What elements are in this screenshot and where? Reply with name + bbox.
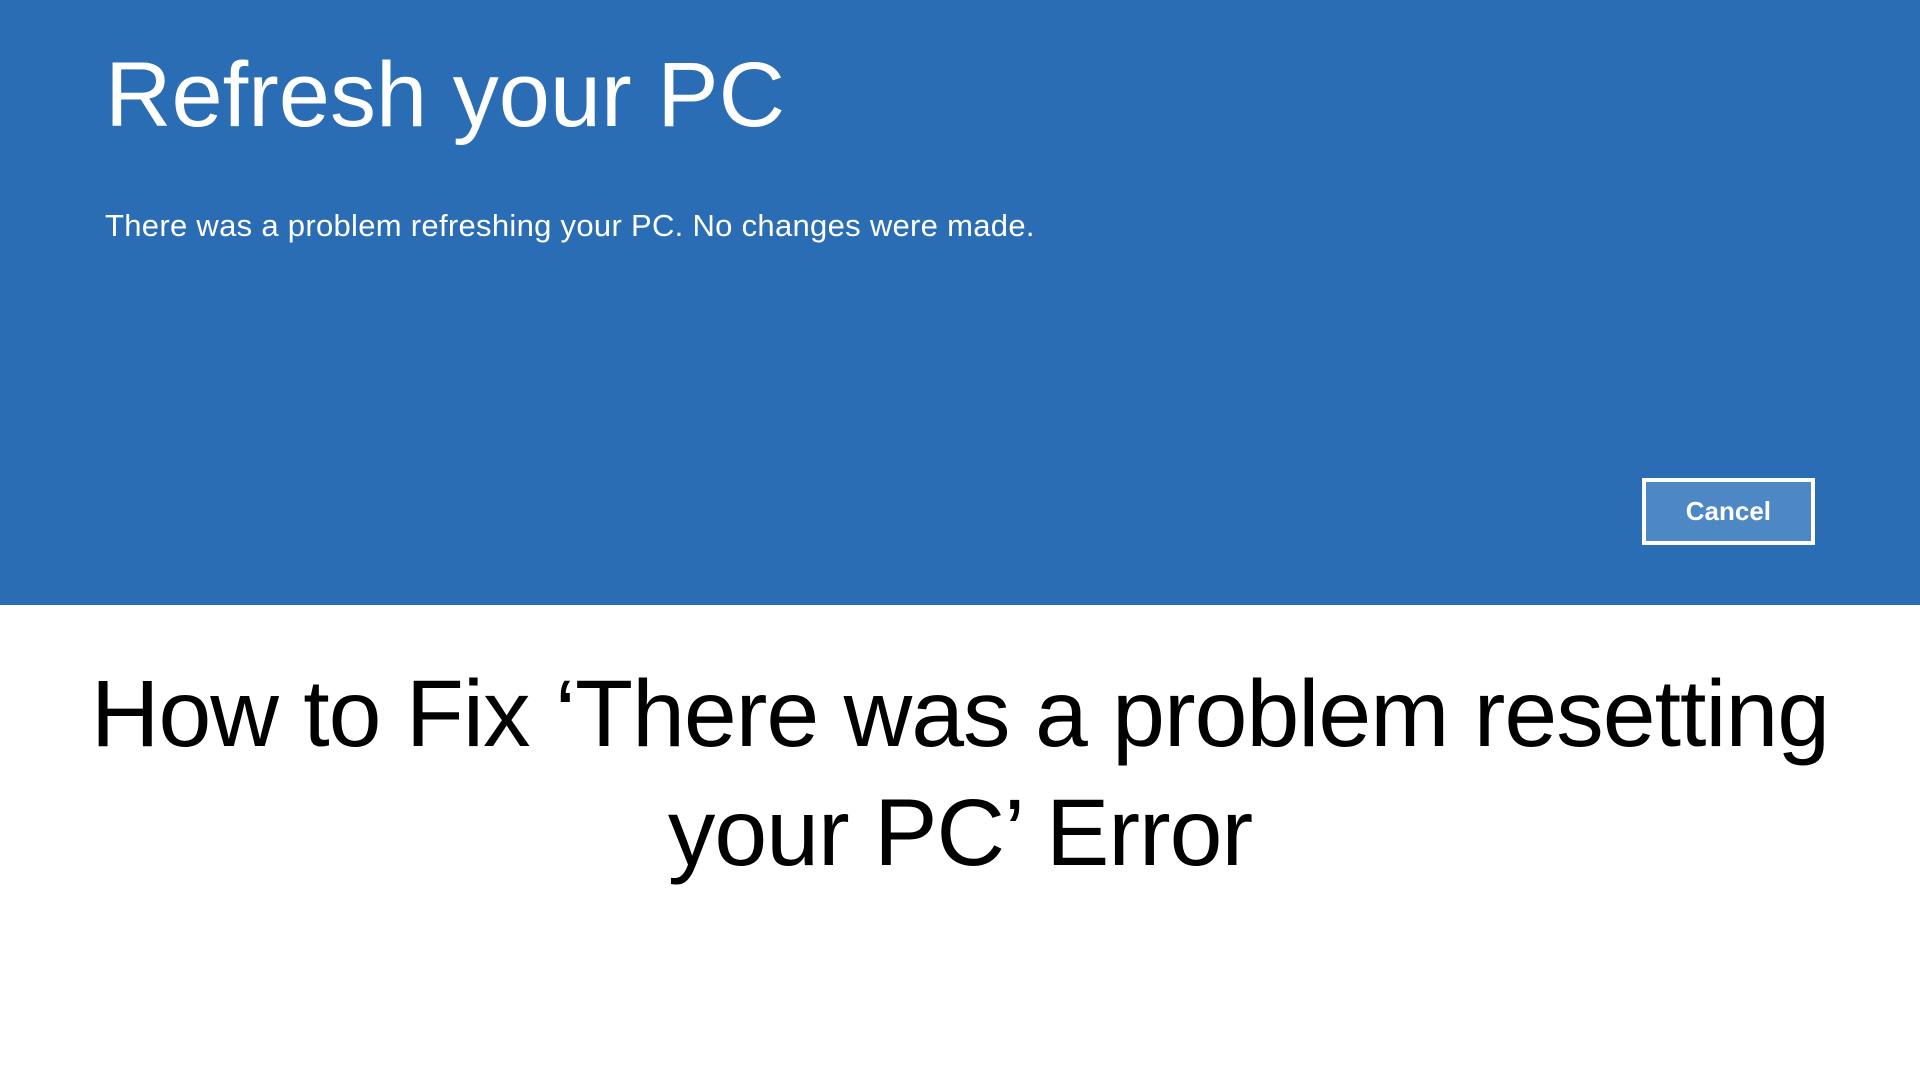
dialog-message: There was a problem refreshing your PC. … xyxy=(105,208,1815,244)
cancel-button[interactable]: Cancel xyxy=(1642,478,1815,545)
article-section: How to Fix ‘There was a problem resettin… xyxy=(0,605,1920,933)
refresh-pc-dialog: Refresh your PC There was a problem refr… xyxy=(0,0,1920,605)
article-title: How to Fix ‘There was a problem resettin… xyxy=(70,655,1850,893)
dialog-title: Refresh your PC xyxy=(105,45,1815,146)
